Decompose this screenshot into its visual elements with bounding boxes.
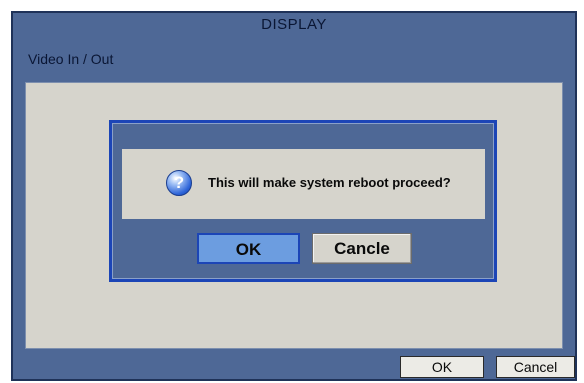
message-box: ? This will make system reboot proceed?: [122, 149, 485, 219]
display-window: DISPLAY Video In / Out ? This will make …: [11, 11, 577, 381]
dialog-message: This will make system reboot proceed?: [208, 175, 451, 190]
ok-button[interactable]: OK: [400, 356, 484, 378]
dialog-cancel-button[interactable]: Cancle: [312, 233, 412, 264]
confirm-dialog: ? This will make system reboot proceed? …: [109, 120, 497, 282]
window-title: DISPLAY: [261, 16, 327, 33]
section-label: Video In / Out: [28, 51, 114, 67]
cancel-button[interactable]: Cancel: [496, 356, 575, 378]
dialog-ok-button[interactable]: OK: [197, 233, 300, 264]
question-icon: ?: [166, 170, 192, 196]
